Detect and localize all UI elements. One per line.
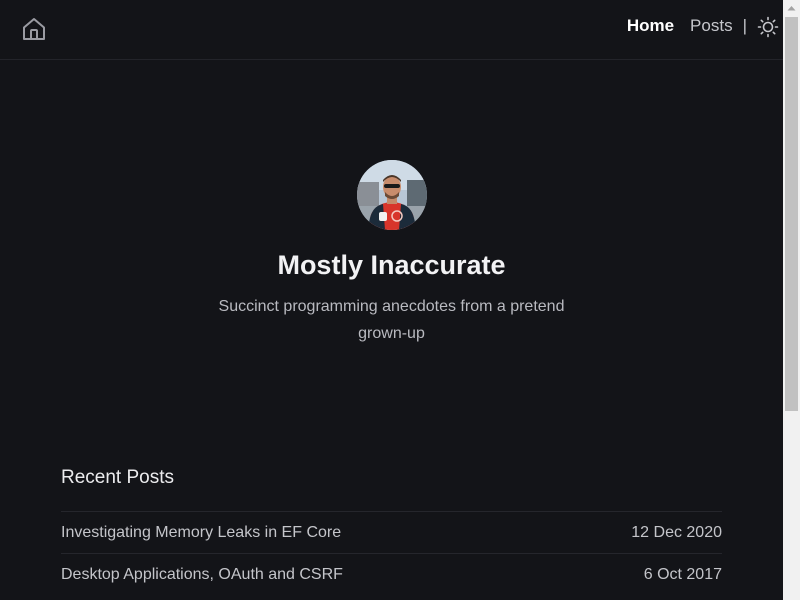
main-nav: Home Posts | <box>627 12 779 40</box>
profile-photo-image <box>357 160 427 230</box>
nav-home-link[interactable]: Home <box>627 16 674 36</box>
nav-separator: | <box>742 16 747 35</box>
avatar <box>357 160 427 230</box>
sun-icon <box>757 16 779 38</box>
post-title[interactable]: Desktop Applications, OAuth and CSRF <box>61 566 343 584</box>
post-date: 6 Oct 2017 <box>643 565 722 583</box>
home-icon-link[interactable] <box>20 15 48 43</box>
site-tagline: Succinct programming anecdotes from a pr… <box>218 298 565 342</box>
theme-toggle-button[interactable] <box>757 16 779 38</box>
house-icon <box>23 18 45 40</box>
browser-viewport: Home Posts | Mostly Inaccurate Succinct … <box>0 0 800 600</box>
recent-posts-section: Recent Posts Investigating Memory Leaks … <box>61 466 722 595</box>
scrollbar-thumb[interactable] <box>785 17 798 411</box>
page: Home Posts | Mostly Inaccurate Succinct … <box>0 0 783 600</box>
vertical-scrollbar[interactable] <box>783 0 800 600</box>
post-list-item[interactable]: Desktop Applications, OAuth and CSRF 6 O… <box>61 553 722 595</box>
recent-posts-heading: Recent Posts <box>61 467 174 488</box>
post-date: 12 Dec 2020 <box>631 523 722 541</box>
scroll-up-arrow-icon[interactable] <box>783 0 800 17</box>
post-list: Investigating Memory Leaks in EF Core 12… <box>61 511 722 595</box>
site-title: Mostly Inaccurate <box>277 250 506 280</box>
post-list-item[interactable]: Investigating Memory Leaks in EF Core 12… <box>61 511 722 553</box>
nav-posts-link[interactable]: Posts <box>690 16 733 36</box>
post-title[interactable]: Investigating Memory Leaks in EF Core <box>61 524 341 542</box>
site-header: Home Posts | <box>0 0 783 60</box>
